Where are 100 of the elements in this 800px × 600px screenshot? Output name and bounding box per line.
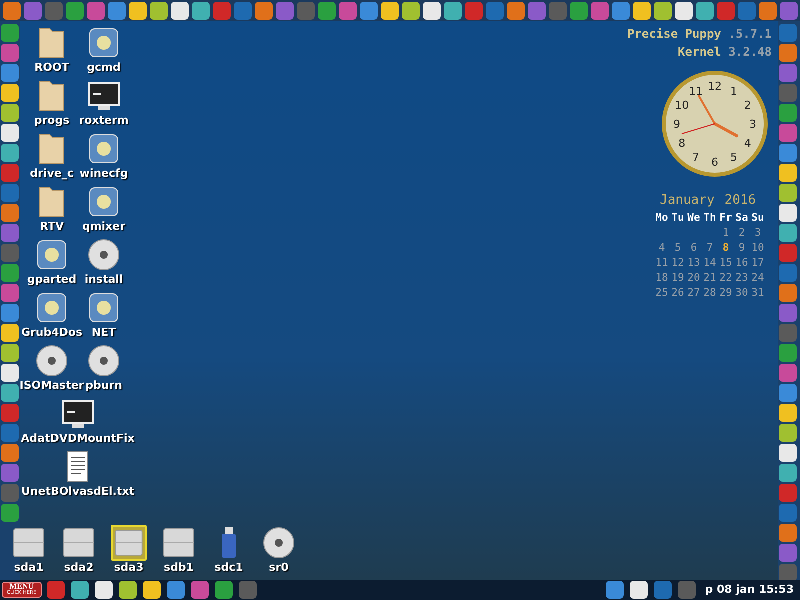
launcher-icon[interactable] [171,2,189,20]
calendar-day[interactable]: 30 [734,286,750,300]
launcher-icon[interactable] [1,84,19,102]
taskbar-icon[interactable] [70,581,89,599]
launcher-icon[interactable] [1,104,19,122]
calendar-day[interactable]: 12 [670,256,686,270]
tray-clock[interactable]: p 08 jan 15:53 [705,582,798,598]
icon-label[interactable]: progs [34,114,70,127]
icon-label[interactable]: NET [92,326,116,339]
calendar-day[interactable]: 27 [686,286,702,300]
calendar-day[interactable]: 24 [750,270,766,286]
disc-icon[interactable] [86,237,122,273]
taskbar-icon[interactable] [118,581,137,599]
drive-label[interactable]: sdc1 [214,561,244,574]
launcher-icon[interactable] [779,184,797,202]
icon-label[interactable]: pburn [86,379,122,392]
calendar-day[interactable]: 25 [654,286,670,300]
disc-icon[interactable] [34,343,70,379]
clock-numeral: 11 [689,85,703,98]
calendar-day[interactable]: 31 [750,286,766,300]
icon-label[interactable]: winecfg [80,167,128,180]
launcher-icon[interactable] [779,444,797,462]
launcher-icon[interactable] [444,2,462,20]
launcher-icon[interactable] [423,2,441,20]
calendar-day[interactable]: 13 [686,256,702,270]
disc-icon[interactable] [261,525,297,561]
calendar-day[interactable]: 17 [750,256,766,270]
icon-label[interactable]: install [84,273,124,286]
icon-label[interactable]: roxterm [79,114,129,127]
icon-label[interactable]: ISOMaster [20,379,84,392]
disc-icon[interactable] [86,343,122,379]
calendar-day[interactable]: 28 [702,286,718,300]
taskbar-icon[interactable] [142,581,161,599]
launcher-icon[interactable] [779,224,797,242]
launcher-icon[interactable] [654,2,672,20]
icon-label[interactable]: ROOT [34,61,70,74]
launcher-icon[interactable] [696,2,714,20]
launcher-icon[interactable] [633,2,651,20]
calendar-day[interactable]: 5 [670,240,686,256]
taskbar-icon[interactable] [94,581,113,599]
launcher-icon[interactable] [675,2,693,20]
calendar-day[interactable]: 21 [702,270,718,286]
launcher-icon[interactable] [1,324,19,342]
weekday-label: Fr [718,210,734,226]
calendar-year: 2016 [724,192,756,210]
launcher-icon[interactable] [779,404,797,422]
launcher-icon[interactable] [1,344,19,362]
calendar-month: January [660,192,715,210]
drive-label[interactable]: sdb1 [164,561,194,574]
launcher-icon[interactable] [192,2,210,20]
icon-label[interactable]: RTV [40,220,64,233]
calendar-day[interactable]: 6 [686,240,702,256]
launcher-icon[interactable] [129,2,147,20]
launcher-icon[interactable] [381,2,399,20]
calendar-day[interactable]: 26 [670,286,686,300]
launcher-icon[interactable] [779,464,797,482]
launcher-icon[interactable] [402,2,420,20]
calendar-day[interactable]: 11 [654,256,670,270]
calendar-day[interactable]: 15 [718,256,734,270]
weekday-label: Mo [654,210,670,226]
drive-label[interactable]: sda2 [64,561,94,574]
calendar-day[interactable]: 20 [686,270,702,286]
drive-label[interactable]: sr0 [269,561,289,574]
launcher-icon[interactable] [1,144,19,162]
calendar-day[interactable]: 18 [654,270,670,286]
calendar-day[interactable]: 1 [718,226,734,240]
calendar-day[interactable]: 22 [718,270,734,286]
drive-label[interactable]: sda3 [114,561,144,574]
icon-label[interactable]: AdatDVDMountFix [21,432,135,445]
weekday-label: Th [702,210,718,226]
icon-label[interactable]: qmixer [82,220,126,233]
clock-numeral: 12 [708,80,722,93]
launcher-icon[interactable] [779,424,797,442]
icon-label[interactable]: UnetBOlvasdEl.txt [21,485,135,498]
calendar-day[interactable]: 4 [654,240,670,256]
icon-label[interactable]: drive_c [30,167,74,180]
icon-label[interactable]: Grub4Dos [21,326,83,339]
calendar-day[interactable]: 16 [734,256,750,270]
launcher-icon[interactable] [779,204,797,222]
tray-icon[interactable] [630,581,648,599]
calendar-day[interactable]: 10 [750,240,766,256]
calendar-day[interactable]: 23 [734,270,750,286]
calendar-day[interactable]: 9 [734,240,750,256]
calendar-day[interactable]: 3 [750,226,766,240]
calendar-day[interactable]: 14 [702,256,718,270]
calendar-day[interactable]: 2 [734,226,750,240]
calendar-day[interactable]: 19 [670,270,686,286]
launcher-icon[interactable] [1,384,19,402]
icon-label[interactable]: gcmd [87,61,121,74]
launcher-icon[interactable] [779,164,797,182]
clock-numeral: 5 [730,150,738,164]
launcher-icon[interactable] [1,124,19,142]
calendar-day[interactable]: 8 [718,240,734,256]
launcher-icon[interactable] [150,2,168,20]
calendar-day[interactable]: 29 [718,286,734,300]
distro-version: .5.7.1 [728,27,772,41]
launcher-icon[interactable] [1,364,19,382]
drive-label[interactable]: sda1 [14,561,44,574]
icon-label[interactable]: gparted [27,273,77,286]
calendar-day[interactable]: 7 [702,240,718,256]
